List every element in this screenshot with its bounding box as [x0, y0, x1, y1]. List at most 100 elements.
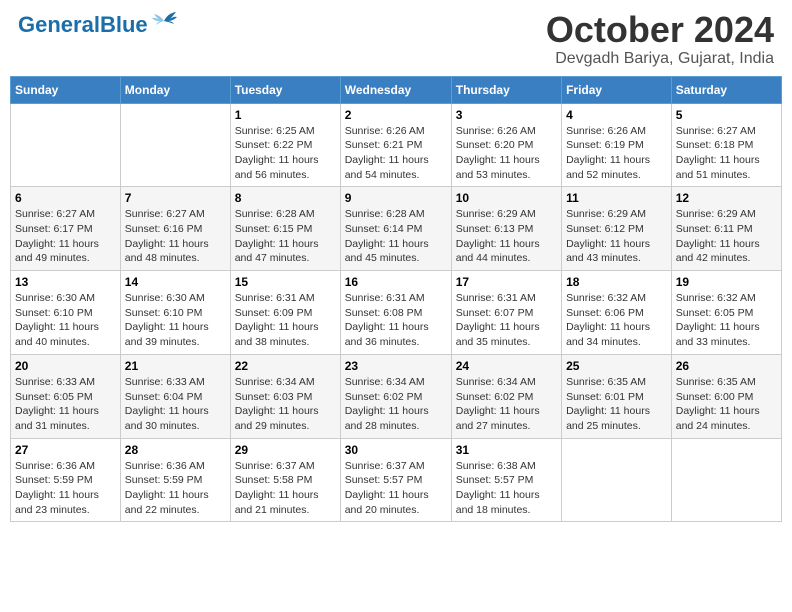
day-info: Sunrise: 6:34 AMSunset: 6:02 PMDaylight:…	[345, 375, 447, 434]
month-title: October 2024	[546, 10, 774, 50]
day-info: Sunrise: 6:27 AMSunset: 6:18 PMDaylight:…	[676, 124, 777, 183]
day-number: 8	[235, 191, 336, 205]
calendar-cell: 30 Sunrise: 6:37 AMSunset: 5:57 PMDayligh…	[340, 438, 451, 522]
calendar-cell: 18 Sunrise: 6:32 AMSunset: 6:06 PMDayligh…	[562, 271, 672, 355]
day-number: 10	[456, 191, 557, 205]
day-info: Sunrise: 6:30 AMSunset: 6:10 PMDaylight:…	[15, 291, 116, 350]
calendar-cell: 6 Sunrise: 6:27 AMSunset: 6:17 PMDaylight…	[11, 187, 121, 271]
day-number: 19	[676, 275, 777, 289]
day-info: Sunrise: 6:35 AMSunset: 6:01 PMDaylight:…	[566, 375, 667, 434]
day-number: 30	[345, 443, 447, 457]
day-number: 24	[456, 359, 557, 373]
calendar-cell	[562, 438, 672, 522]
calendar-week-row: 27 Sunrise: 6:36 AMSunset: 5:59 PMDayligh…	[11, 438, 782, 522]
calendar-week-row: 13 Sunrise: 6:30 AMSunset: 6:10 PMDayligh…	[11, 271, 782, 355]
day-number: 28	[125, 443, 226, 457]
calendar-header-sunday: Sunday	[11, 76, 121, 103]
page-header: GeneralBlue October 2024 Devgadh Bariya,…	[10, 10, 782, 68]
day-info: Sunrise: 6:25 AMSunset: 6:22 PMDaylight:…	[235, 124, 336, 183]
calendar-cell: 20 Sunrise: 6:33 AMSunset: 6:05 PMDayligh…	[11, 354, 121, 438]
day-number: 15	[235, 275, 336, 289]
calendar-cell: 28 Sunrise: 6:36 AMSunset: 5:59 PMDayligh…	[120, 438, 230, 522]
location: Devgadh Bariya, Gujarat, India	[546, 50, 774, 68]
calendar-week-row: 1 Sunrise: 6:25 AMSunset: 6:22 PMDaylight…	[11, 103, 782, 187]
calendar-cell: 31Sunrise: 6:38 AMSunset: 5:57 PMDayligh…	[451, 438, 561, 522]
calendar-cell: 25Sunrise: 6:35 AMSunset: 6:01 PMDayligh…	[562, 354, 672, 438]
calendar-cell	[671, 438, 781, 522]
day-number: 4	[566, 108, 667, 122]
day-number: 20	[15, 359, 116, 373]
calendar-cell: 19 Sunrise: 6:32 AMSunset: 6:05 PMDayligh…	[671, 271, 781, 355]
day-info: Sunrise: 6:26 AMSunset: 6:19 PMDaylight:…	[566, 124, 667, 183]
calendar-cell: 21 Sunrise: 6:33 AMSunset: 6:04 PMDayligh…	[120, 354, 230, 438]
calendar-week-row: 20 Sunrise: 6:33 AMSunset: 6:05 PMDayligh…	[11, 354, 782, 438]
calendar-cell: 14 Sunrise: 6:30 AMSunset: 6:10 PMDayligh…	[120, 271, 230, 355]
day-info: Sunrise: 6:28 AMSunset: 6:14 PMDaylight:…	[345, 207, 447, 266]
day-info: Sunrise: 6:31 AMSunset: 6:08 PMDaylight:…	[345, 291, 447, 350]
day-number: 13	[15, 275, 116, 289]
day-number: 3	[456, 108, 557, 122]
day-info: Sunrise: 6:32 AMSunset: 6:06 PMDaylight:…	[566, 291, 667, 350]
calendar-cell: 10 Sunrise: 6:29 AMSunset: 6:13 PMDayligh…	[451, 187, 561, 271]
day-number: 27	[15, 443, 116, 457]
day-number: 23	[345, 359, 447, 373]
calendar-week-row: 6 Sunrise: 6:27 AMSunset: 6:17 PMDaylight…	[11, 187, 782, 271]
day-info: Sunrise: 6:34 AMSunset: 6:03 PMDaylight:…	[235, 375, 336, 434]
day-number: 29	[235, 443, 336, 457]
day-number: 18	[566, 275, 667, 289]
day-info: Sunrise: 6:36 AMSunset: 5:59 PMDaylight:…	[125, 459, 226, 518]
day-number: 12	[676, 191, 777, 205]
calendar-cell: 9 Sunrise: 6:28 AMSunset: 6:14 PMDaylight…	[340, 187, 451, 271]
day-number: 7	[125, 191, 226, 205]
calendar-header-saturday: Saturday	[671, 76, 781, 103]
calendar-table: SundayMondayTuesdayWednesdayThursdayFrid…	[10, 76, 782, 523]
calendar-cell: 4 Sunrise: 6:26 AMSunset: 6:19 PMDaylight…	[562, 103, 672, 187]
calendar-header-friday: Friday	[562, 76, 672, 103]
logo-general: General	[18, 12, 100, 37]
day-number: 1	[235, 108, 336, 122]
calendar-cell: 16 Sunrise: 6:31 AMSunset: 6:08 PMDayligh…	[340, 271, 451, 355]
calendar-cell: 13 Sunrise: 6:30 AMSunset: 6:10 PMDayligh…	[11, 271, 121, 355]
day-number: 17	[456, 275, 557, 289]
day-info: Sunrise: 6:29 AMSunset: 6:12 PMDaylight:…	[566, 207, 667, 266]
day-number: 21	[125, 359, 226, 373]
day-info: Sunrise: 6:26 AMSunset: 6:20 PMDaylight:…	[456, 124, 557, 183]
day-info: Sunrise: 6:33 AMSunset: 6:05 PMDaylight:…	[15, 375, 116, 434]
calendar-cell: 3 Sunrise: 6:26 AMSunset: 6:20 PMDaylight…	[451, 103, 561, 187]
calendar-cell: 1 Sunrise: 6:25 AMSunset: 6:22 PMDaylight…	[230, 103, 340, 187]
day-info: Sunrise: 6:26 AMSunset: 6:21 PMDaylight:…	[345, 124, 447, 183]
calendar-cell: 27 Sunrise: 6:36 AMSunset: 5:59 PMDayligh…	[11, 438, 121, 522]
day-info: Sunrise: 6:29 AMSunset: 6:11 PMDaylight:…	[676, 207, 777, 266]
calendar-cell: 26Sunrise: 6:35 AMSunset: 6:00 PMDayligh…	[671, 354, 781, 438]
calendar-cell	[11, 103, 121, 187]
day-info: Sunrise: 6:36 AMSunset: 5:59 PMDaylight:…	[15, 459, 116, 518]
day-number: 2	[345, 108, 447, 122]
calendar-cell: 22Sunrise: 6:34 AMSunset: 6:03 PMDayligh…	[230, 354, 340, 438]
calendar-cell: 7Sunrise: 6:27 AMSunset: 6:16 PMDaylight…	[120, 187, 230, 271]
day-info: Sunrise: 6:38 AMSunset: 5:57 PMDaylight:…	[456, 459, 557, 518]
day-info: Sunrise: 6:32 AMSunset: 6:05 PMDaylight:…	[676, 291, 777, 350]
calendar-cell: 2 Sunrise: 6:26 AMSunset: 6:21 PMDaylight…	[340, 103, 451, 187]
logo-text: GeneralBlue	[18, 14, 148, 36]
day-info: Sunrise: 6:37 AMSunset: 5:57 PMDaylight:…	[345, 459, 447, 518]
calendar-cell: 29 Sunrise: 6:37 AMSunset: 5:58 PMDayligh…	[230, 438, 340, 522]
day-number: 26	[676, 359, 777, 373]
day-info: Sunrise: 6:33 AMSunset: 6:04 PMDaylight:…	[125, 375, 226, 434]
calendar-header-thursday: Thursday	[451, 76, 561, 103]
calendar-cell: 5Sunrise: 6:27 AMSunset: 6:18 PMDaylight…	[671, 103, 781, 187]
day-info: Sunrise: 6:27 AMSunset: 6:17 PMDaylight:…	[15, 207, 116, 266]
day-info: Sunrise: 6:37 AMSunset: 5:58 PMDaylight:…	[235, 459, 336, 518]
day-info: Sunrise: 6:29 AMSunset: 6:13 PMDaylight:…	[456, 207, 557, 266]
logo-bird-icon	[150, 11, 178, 31]
day-info: Sunrise: 6:28 AMSunset: 6:15 PMDaylight:…	[235, 207, 336, 266]
day-number: 6	[15, 191, 116, 205]
calendar-cell: 24Sunrise: 6:34 AMSunset: 6:02 PMDayligh…	[451, 354, 561, 438]
day-number: 14	[125, 275, 226, 289]
logo: GeneralBlue	[18, 14, 178, 36]
day-number: 16	[345, 275, 447, 289]
day-number: 9	[345, 191, 447, 205]
calendar-header-tuesday: Tuesday	[230, 76, 340, 103]
day-info: Sunrise: 6:30 AMSunset: 6:10 PMDaylight:…	[125, 291, 226, 350]
day-number: 11	[566, 191, 667, 205]
calendar-cell: 11 Sunrise: 6:29 AMSunset: 6:12 PMDayligh…	[562, 187, 672, 271]
